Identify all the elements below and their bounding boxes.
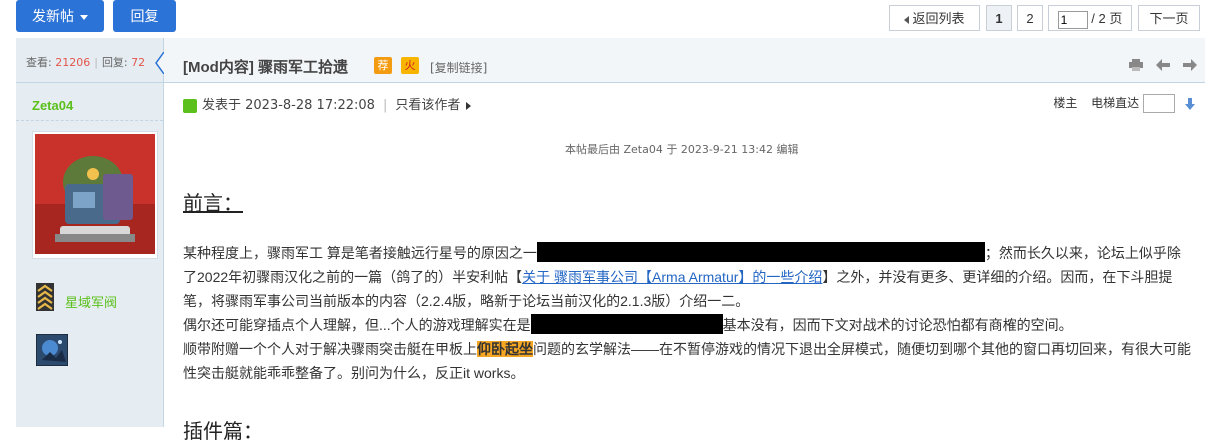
post-main: [Mod内容] 骤雨军工拾遗 荐 火 [复制链接] 发表于 2023-8-28 … <box>164 38 1205 443</box>
new-post-label: 发新帖 <box>32 8 74 24</box>
prev-thread-icon[interactable] <box>1156 59 1171 71</box>
arrow-left-icon <box>904 15 910 24</box>
online-user-icon <box>183 98 197 113</box>
thread-title: [Mod内容] 骤雨军工拾遗 <box>183 59 348 76</box>
redacted-block <box>530 314 723 334</box>
thread-stats: 查看: 21206 | 回复: 72 <box>16 38 164 83</box>
page-jump: / 2 页 <box>1048 5 1132 31</box>
top-toolbar: 发新帖 回复 返回列表 1 2 / 2 页 下一页 <box>0 0 1205 38</box>
author-sidebar: 查看: 21206 | 回复: 72 Zeta04 星域军阀 <box>16 38 164 427</box>
rank-title: 星域军阀 <box>65 296 118 311</box>
thread-title-bar: [Mod内容] 骤雨军工拾遗 荐 火 [复制链接] <box>164 38 1205 83</box>
total-pages-label: / 2 页 <box>1091 11 1123 26</box>
replies-label: 回复: <box>101 56 128 69</box>
next-page-label: 下一页 <box>1149 11 1189 26</box>
next-page-button[interactable]: 下一页 <box>1138 5 1200 31</box>
highlighted-text: 仰卧起坐 <box>477 341 533 357</box>
elevator-go-icon[interactable] <box>1185 97 1195 110</box>
new-post-button[interactable]: 发新帖 <box>16 0 104 32</box>
views-count: 21206 <box>55 56 91 69</box>
article-link[interactable]: 关于 骤雨军事公司【Arma Armatur】的一些介绍 <box>522 269 822 285</box>
author-name-link[interactable]: Zeta04 <box>32 98 73 113</box>
elevator-input[interactable] <box>1143 94 1176 113</box>
back-to-list-label: 返回列表 <box>912 11 965 26</box>
play-arrow-icon <box>466 101 472 110</box>
page-1-label: 1 <box>995 11 1003 26</box>
reply-label: 回复 <box>130 8 159 24</box>
replies-count: 72 <box>131 56 146 69</box>
floor-label: 楼主 <box>1053 96 1078 110</box>
chevron-down-icon <box>80 14 88 20</box>
redacted-block <box>536 242 985 262</box>
page-jump-input[interactable] <box>1057 10 1088 29</box>
page-2-link[interactable]: 2 <box>1017 5 1043 31</box>
pointer-notch-icon <box>155 52 164 74</box>
only-author-label: 只看该作者 <box>395 98 461 113</box>
only-author-link[interactable]: 只看该作者 <box>395 98 472 113</box>
hot-badge: 火 <box>401 57 419 74</box>
post-body: 某种程度上，骤雨军工 算是笔者接触远行星号的原因之一 ；然而长久以来，论坛上似乎除… <box>183 241 1193 385</box>
avatar[interactable] <box>32 131 158 259</box>
page-1-link[interactable]: 1 <box>986 5 1012 31</box>
views-label: 查看: <box>26 56 52 69</box>
heading-preface: 前言： <box>183 193 243 215</box>
page-2-label: 2 <box>1026 11 1034 26</box>
body-text: 基本没有，因而下文对战术的讨论恐怕都有商榷的空间。 <box>722 317 1073 333</box>
floor-controls: 楼主 电梯直达 <box>1053 94 1195 113</box>
print-icon[interactable] <box>1129 59 1144 71</box>
sidebar-divider <box>16 120 163 121</box>
post-timestamp: 发表于 2023-8-28 17:22:08 <box>202 98 375 113</box>
elevator-label: 电梯直达 <box>1091 96 1140 110</box>
body-text: 顺带附赠一个个人对于解决骤雨突击艇在甲板上 <box>183 341 477 357</box>
rank-insignia-icon <box>36 283 54 311</box>
back-to-list-button[interactable]: 返回列表 <box>889 5 980 31</box>
next-thread-icon[interactable] <box>1183 59 1197 71</box>
copy-link[interactable]: [复制链接] <box>430 59 487 76</box>
heading-plugins: 插件篇： <box>183 421 263 443</box>
edit-note: 本帖最后由 Zeta04 于 2023-9-21 13:42 编辑 <box>565 143 799 156</box>
medal-icon[interactable] <box>36 334 68 366</box>
recommend-badge: 荐 <box>374 57 392 74</box>
body-text: 某种程度上，骤雨军工 算是笔者接触远行星号的原因之一 <box>183 245 537 261</box>
body-text: 偶尔还可能穿插点个人理解，但...个人的游戏理解实在是 <box>183 317 531 333</box>
avatar-image <box>35 134 155 254</box>
post-meta: 发表于 2023-8-28 17:22:08 | 只看该作者 <box>183 94 1205 116</box>
reply-button[interactable]: 回复 <box>113 0 176 32</box>
